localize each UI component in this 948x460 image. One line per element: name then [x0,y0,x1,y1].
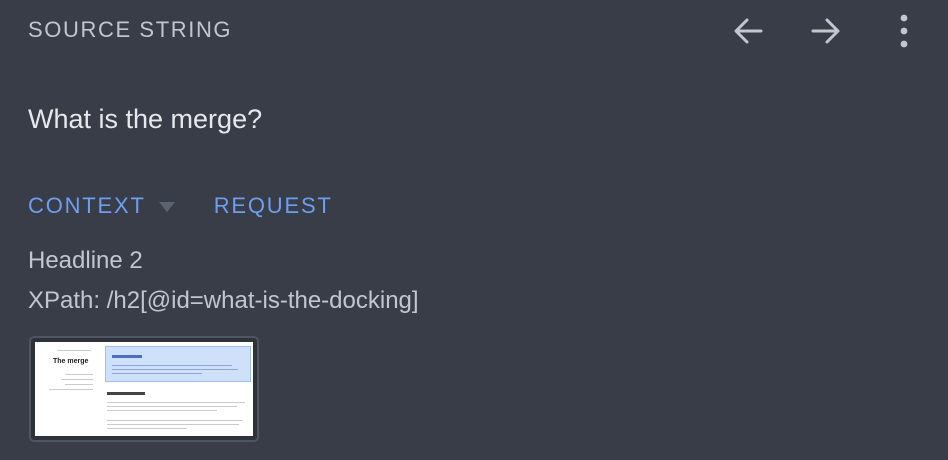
context-xpath: XPath: /h2[@id=what-is-the-docking] [28,287,419,314]
tab-context[interactable]: CONTEXT [28,193,176,219]
preview-sidebar: The merge [35,342,101,436]
context-screenshot-thumbnail[interactable]: The merge [29,336,259,442]
preview-banner [105,346,251,382]
more-vert-icon [900,14,908,48]
preview-page-title: The merge [53,358,89,365]
tab-context-label: CONTEXT [28,193,146,218]
context-headline: Headline 2 [28,247,143,274]
previous-string-button[interactable] [728,12,768,50]
arrow-right-icon [811,18,840,44]
source-string-text: What is the merge? [28,104,263,134]
source-string-header: SOURCE STRING [28,17,233,42]
preview-heading [107,392,145,395]
toolbar [728,12,924,50]
more-options-button[interactable] [884,12,924,50]
arrow-left-icon [734,18,763,44]
tab-request[interactable]: REQUEST [214,193,333,219]
caret-down-icon [158,202,175,212]
context-tabs: CONTEXT REQUEST [28,193,333,219]
screenshot-preview: The merge [35,342,253,436]
next-string-button[interactable] [806,12,846,50]
